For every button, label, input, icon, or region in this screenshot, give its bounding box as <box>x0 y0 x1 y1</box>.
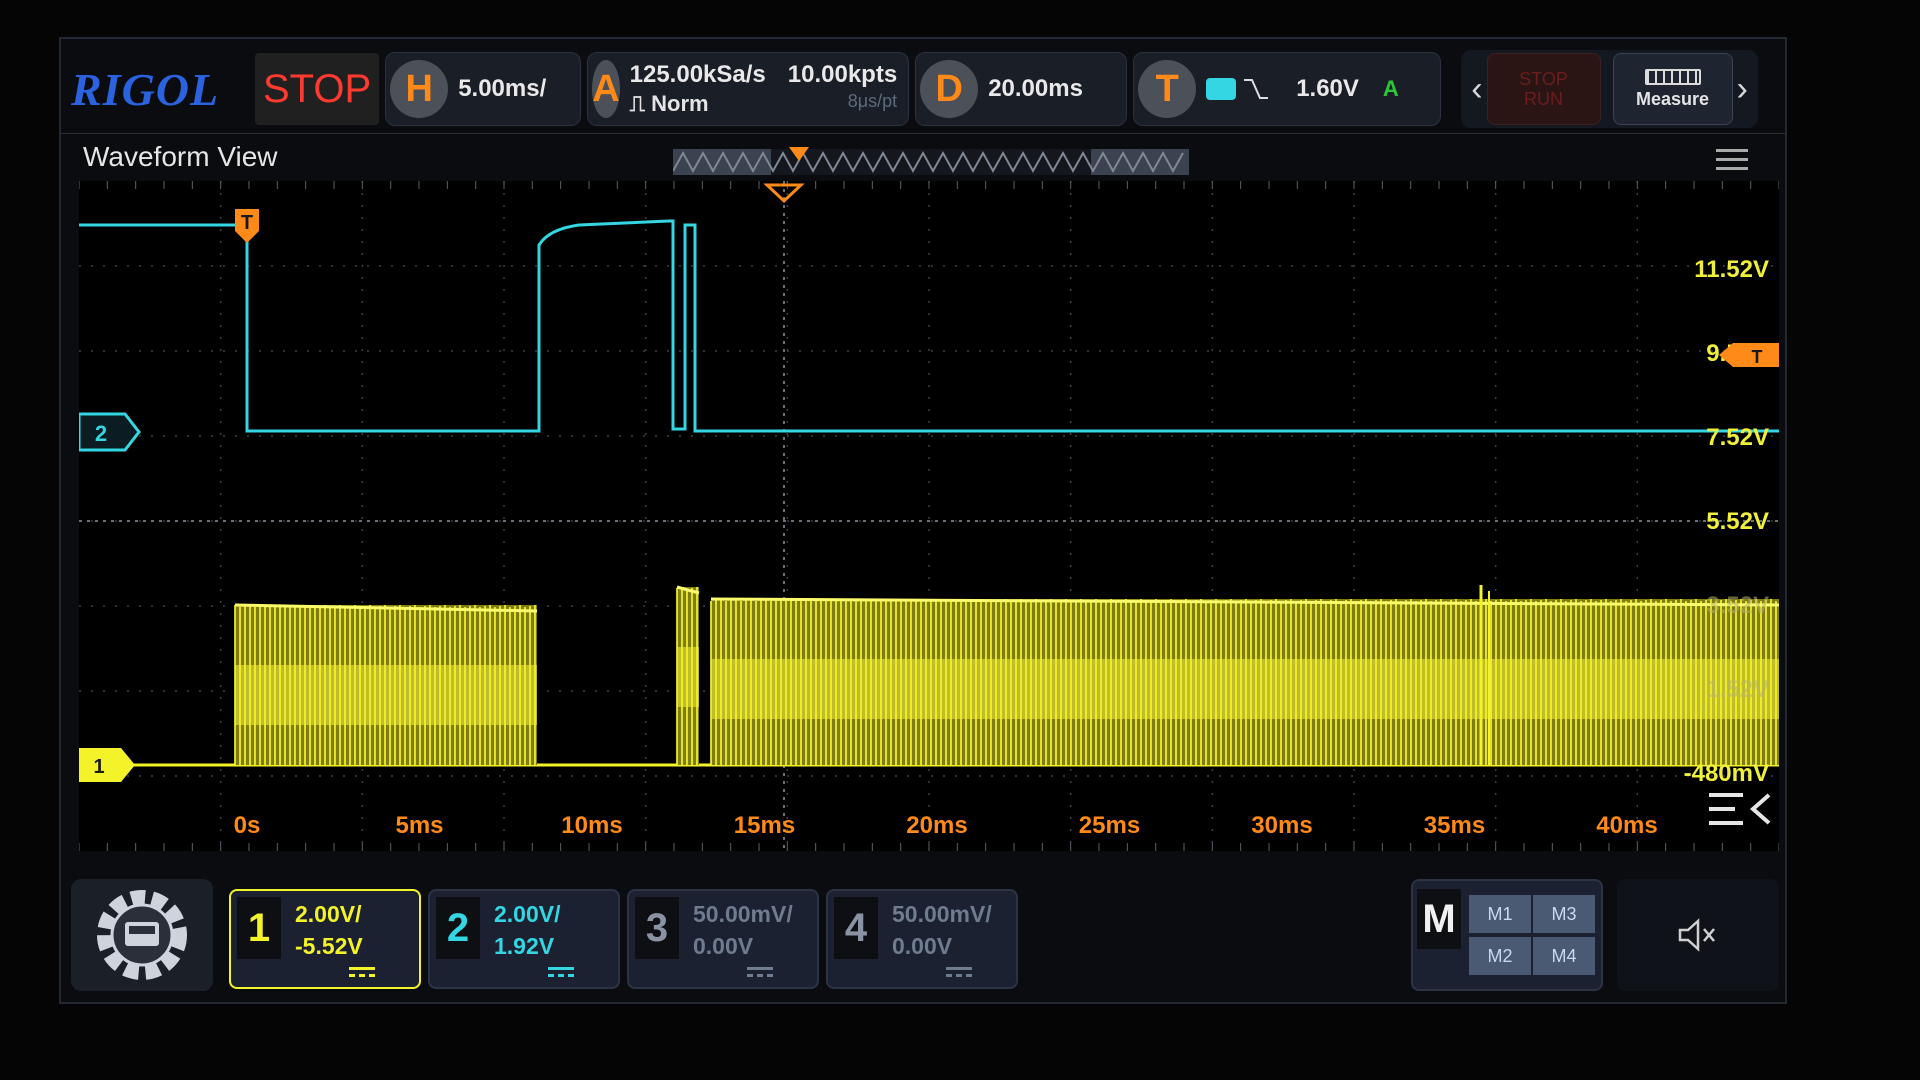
trigger-badge: T <box>1138 60 1197 118</box>
ruler-icon <box>1644 68 1701 85</box>
svg-text:1: 1 <box>93 756 104 778</box>
oscilloscope-screen: RIGOL STOP H 5.00ms/ A 125.00kSa/s 10.00… <box>59 37 1787 1004</box>
pulse-wave-icon: ⎍ <box>629 92 646 117</box>
time-label: 40ms <box>1596 812 1657 839</box>
acquire-settings[interactable]: A 125.00kSa/s 10.00kpts ⎍ Norm 8μs/pt <box>587 52 910 126</box>
voltage-label: 11.52V <box>1694 256 1769 283</box>
dc-coupling-icon <box>946 967 972 977</box>
time-label: 15ms <box>734 812 795 839</box>
horizontal-settings[interactable]: H 5.00ms/ <box>385 52 582 126</box>
channel-1-settings[interactable]: 1 2.00V/ -5.52V <box>229 889 421 989</box>
trigger-source-chip <box>1206 78 1237 100</box>
horizontal-scale: 5.00ms/ <box>458 75 547 102</box>
time-label: 0s <box>234 812 261 839</box>
voltage-label: -480mV <box>1684 760 1769 787</box>
time-label: 35ms <box>1424 812 1485 839</box>
svg-text:T: T <box>1752 347 1763 367</box>
acquire-badge: A <box>592 60 620 118</box>
channel-3-scale: 50.00mV/ <box>693 901 793 927</box>
top-status-bar: RIGOL STOP H 5.00ms/ A 125.00kSa/s 10.00… <box>71 47 1779 131</box>
channel-2-settings[interactable]: 2 2.00V/ 1.92V <box>428 889 620 989</box>
channel-2-offset-marker[interactable]: 2 <box>79 412 141 452</box>
waveform-view-title: Waveform View <box>83 141 278 172</box>
time-label: 5ms <box>395 812 443 839</box>
delay-badge: D <box>920 60 979 118</box>
channel-2-offset: 1.92V <box>494 933 555 959</box>
svg-text:2: 2 <box>95 421 107 446</box>
quick-buttons: ‹ STOP RUN Measure › <box>1461 50 1758 128</box>
delay-value: 20.00ms <box>988 75 1083 102</box>
svg-text:T: T <box>241 212 253 234</box>
trigger-settings[interactable]: T 1.60V A <box>1133 52 1442 126</box>
chevron-left-icon[interactable]: ‹ <box>1467 70 1486 109</box>
channel-4-settings[interactable]: 4 50.00mV/ 0.00V <box>826 889 1018 989</box>
channel-3-offset: 0.00V <box>693 933 754 959</box>
voltage-label: 1.52V <box>1706 676 1769 703</box>
run-stop-button[interactable]: STOP RUN <box>1486 53 1601 125</box>
dc-coupling-icon <box>349 967 375 977</box>
voltage-label: 7.52V <box>1706 424 1769 451</box>
channel-2-scale: 2.00V/ <box>494 901 561 927</box>
channel-4-scale: 50.00mV/ <box>892 901 992 927</box>
channel-1-offset: -5.52V <box>295 933 363 959</box>
bottom-channel-bar: 1 2.00V/ -5.52V 2 2.00V/ 1.92V 3 50.00mV… <box>71 873 1779 997</box>
waveform-plot[interactable]: 11.52V9.52V7.52V5.52V3.52V1.52V-480mV 0s… <box>79 181 1779 851</box>
time-per-point: 8μs/pt <box>847 91 898 111</box>
measure-button[interactable]: Measure <box>1612 53 1733 125</box>
acquire-mode: ⎍ Norm <box>629 91 709 117</box>
trigger-status: A <box>1382 76 1399 101</box>
math-settings[interactable]: M M1 M3 M2 M4 <box>1411 879 1603 991</box>
channel-3-settings[interactable]: 3 50.00mV/ 0.00V <box>627 889 819 989</box>
sample-rate: 125.00kSa/s <box>629 61 766 88</box>
math-m4[interactable]: M4 <box>1533 937 1595 975</box>
math-m2[interactable]: M2 <box>1469 937 1531 975</box>
dc-coupling-icon <box>747 967 773 977</box>
memory-depth: 10.00kpts <box>787 61 898 88</box>
dc-coupling-icon <box>548 967 574 977</box>
channel-1-scale: 2.00V/ <box>295 901 362 927</box>
voltage-label: 3.52V <box>1706 592 1769 619</box>
channel-1-trace <box>79 585 1779 767</box>
time-label: 30ms <box>1251 812 1312 839</box>
time-label: 20ms <box>906 812 967 839</box>
falling-edge-icon <box>1244 79 1269 99</box>
math-m1[interactable]: M1 <box>1469 895 1531 933</box>
rigol-logo: RIGOL <box>71 63 220 115</box>
delay-settings[interactable]: D 20.00ms <box>915 52 1128 126</box>
speaker-muted-icon[interactable] <box>1617 879 1779 991</box>
math-m3[interactable]: M3 <box>1533 895 1595 933</box>
trigger-level: 1.60V <box>1296 75 1359 102</box>
chevron-right-icon[interactable]: › <box>1733 70 1752 109</box>
horizontal-badge: H <box>390 60 449 118</box>
hamburger-menu-icon[interactable] <box>1716 149 1748 171</box>
math-badge: M <box>1417 889 1461 949</box>
rigol-settings-gear-icon[interactable] <box>71 879 213 991</box>
run-state-indicator[interactable]: STOP <box>255 53 380 125</box>
time-label: 10ms <box>561 812 622 839</box>
channel-4-offset: 0.00V <box>892 933 953 959</box>
memory-navigation-strip[interactable] <box>673 143 1189 177</box>
time-label: 25ms <box>1079 812 1140 839</box>
voltage-label: 5.52V <box>1706 508 1769 535</box>
